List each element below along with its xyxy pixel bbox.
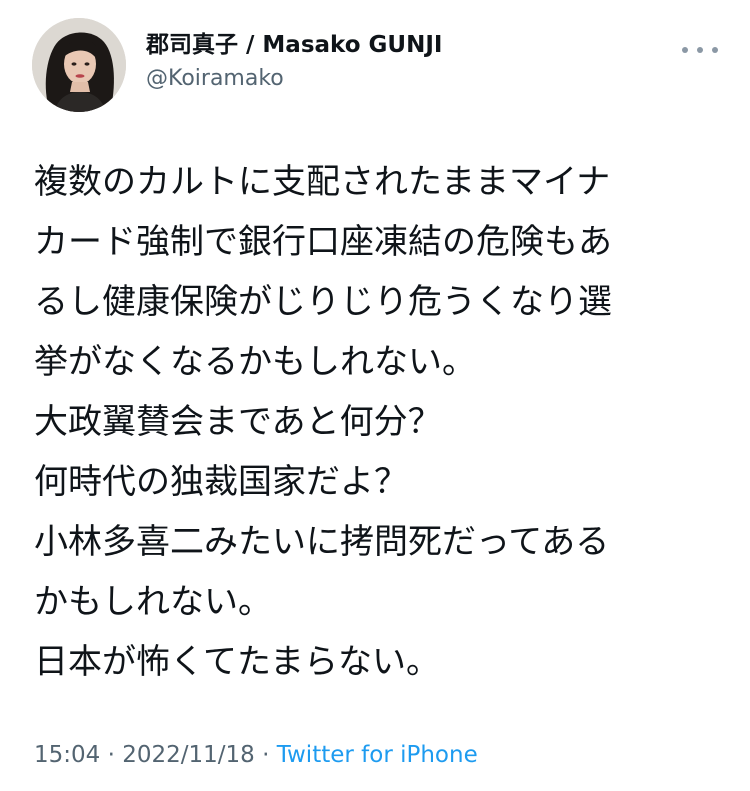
more-horizontal-icon	[682, 47, 688, 53]
profile-photo	[32, 18, 126, 112]
tweet-text-line: 挙がなくなるかもしれない。	[34, 342, 476, 382]
meta-separator: ·	[254, 742, 277, 768]
tweet-text-line: 大政翼賛会まであと何分？	[34, 402, 442, 442]
tweet-text-line: カード強制で銀行口座凍結の危険もあ	[34, 222, 612, 262]
user-handle[interactable]: @Koiramako	[146, 62, 442, 96]
display-name[interactable]: 郡司真子 / Masako GUNJI	[146, 28, 442, 62]
more-horizontal-icon	[712, 47, 718, 53]
more-options-button[interactable]	[682, 42, 718, 58]
tweet-text: 複数のカルトに支配されたままマイナ カード強制で銀行口座凍結の危険もあ るし健康…	[34, 152, 724, 692]
tweet-text-line: るし健康保険がじりじり危うくなり選	[34, 282, 612, 322]
tweet-text-line: かもしれない。	[34, 582, 272, 622]
tweet-date[interactable]: 2022/11/18	[122, 742, 255, 768]
tweet-text-line: 何時代の独裁国家だよ？	[34, 462, 408, 502]
tweet-header: 郡司真子 / Masako GUNJI @Koiramako	[32, 18, 722, 114]
author-names: 郡司真子 / Masako GUNJI @Koiramako	[146, 28, 442, 96]
more-horizontal-icon	[697, 47, 703, 53]
tweet-text-line: 日本が怖くてたまらない。	[34, 642, 440, 682]
avatar[interactable]	[32, 18, 126, 112]
tweet: 郡司真子 / Masako GUNJI @Koiramako 複数のカルトに支配…	[0, 0, 750, 791]
tweet-source-link[interactable]: Twitter for iPhone	[277, 742, 478, 768]
tweet-text-line: 複数のカルトに支配されたままマイナ	[34, 162, 611, 202]
tweet-time[interactable]: 15:04	[34, 742, 100, 768]
tweet-metadata: 15:04 · 2022/11/18 · Twitter for iPhone	[34, 738, 478, 772]
tweet-text-line: 小林多喜二みたいに拷問死だってある	[34, 522, 610, 562]
meta-separator: ·	[100, 742, 123, 768]
